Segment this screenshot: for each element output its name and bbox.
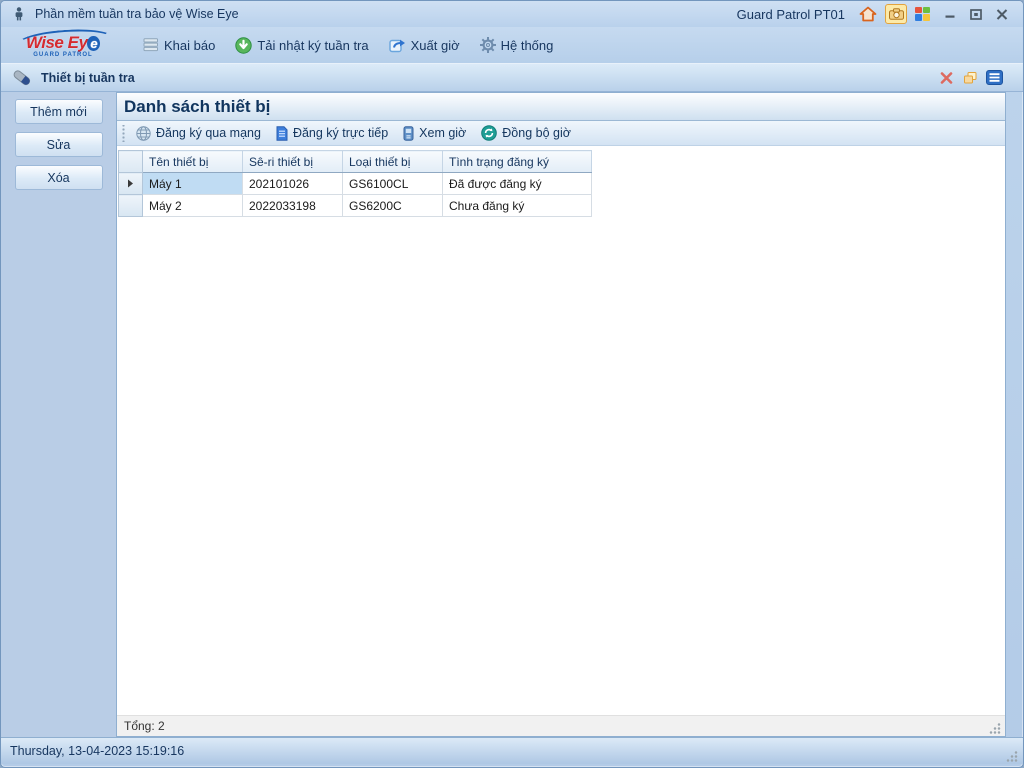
handheld-icon (403, 126, 414, 141)
row-selector-current[interactable] (119, 173, 143, 195)
tool-label: Đăng ký trực tiếp (293, 126, 388, 140)
device-table: Tên thiết bị Sê-ri thiết bị Loại thiết b… (118, 150, 592, 217)
document-icon (276, 126, 288, 141)
tool-label: Xem giờ (419, 126, 466, 140)
account-label: Guard Patrol PT01 (737, 7, 845, 22)
device-toolbar: Đăng ký qua mạng Đăng ký trực tiếp Xem g… (117, 121, 1005, 146)
globe-icon (136, 126, 151, 141)
gear-icon (480, 37, 496, 53)
register-via-network-button[interactable]: Đăng ký qua mạng (130, 123, 270, 144)
view-time-button[interactable]: Xem giờ (397, 123, 475, 144)
menu-item-label: Tải nhật ký tuần tra (257, 38, 368, 53)
windows-logo-red-pane (915, 7, 922, 14)
minimize-button[interactable] (937, 5, 963, 23)
add-new-button[interactable]: Thêm mới (15, 99, 103, 124)
application-window: Phần mềm tuần tra bảo vệ Wise Eye Guard … (0, 0, 1024, 768)
cell-device-model[interactable]: GS6100CL (343, 173, 443, 195)
menu-item-label: Khai báo (164, 38, 215, 53)
windows-logo-icon[interactable] (915, 7, 931, 22)
window-status-bar: Thursday, 13-04-2023 15:19:16 (1, 737, 1023, 764)
tab-bar: Thiết bị tuần tra (1, 63, 1023, 92)
sync-icon (481, 125, 497, 141)
tool-label: Đăng ký qua mạng (156, 126, 261, 140)
windows-logo-green-pane (923, 7, 930, 14)
cell-device-name[interactable]: Máy 1 (143, 173, 243, 195)
layers-icon (143, 38, 159, 52)
menu-item-he-thong[interactable]: Hệ thống (470, 32, 564, 58)
close-tab-icon[interactable] (934, 67, 958, 89)
windows-logo-blue-pane (915, 14, 922, 21)
export-icon (389, 37, 406, 53)
window-resize-grip[interactable] (1006, 750, 1018, 762)
column-header-serial[interactable]: Sê-ri thiết bị (243, 151, 343, 173)
cell-device-model[interactable]: GS6200C (343, 195, 443, 217)
column-header-name[interactable]: Tên thiết bị (143, 151, 243, 173)
edit-button[interactable]: Sửa (15, 132, 103, 157)
window-title: Phần mềm tuần tra bảo vệ Wise Eye (35, 7, 239, 21)
row-selector[interactable] (119, 195, 143, 217)
list-menu-icon[interactable] (982, 67, 1006, 89)
home-icon[interactable] (859, 6, 877, 22)
cell-device-status[interactable]: Đã được đăng ký (443, 173, 592, 195)
menu-item-label: Hệ thống (501, 38, 554, 53)
wise-eye-logo: Wise Eye GUARD PATROL (11, 33, 115, 58)
table-row: Máy 1 202101026 GS6100CL Đã được đăng ký (119, 173, 592, 195)
menu-bar: Wise Eye GUARD PATROL Khai báo Tải nhật … (1, 27, 1023, 63)
menu-item-tai-nhat-ky[interactable]: Tải nhật ký tuần tra (225, 32, 378, 59)
windows-logo-yellow-pane (923, 14, 930, 21)
table-row: Máy 2 2022033198 GS6200C Chưa đăng ký (119, 195, 592, 217)
device-table-area: Tên thiết bị Sê-ri thiết bị Loại thiết b… (117, 146, 1005, 715)
sidebar: Thêm mới Sửa Xóa (1, 92, 116, 737)
cell-device-serial[interactable]: 2022033198 (243, 195, 343, 217)
camera-icon[interactable] (885, 4, 907, 24)
sync-time-button[interactable]: Đồng bộ giờ (475, 122, 580, 144)
close-button[interactable] (989, 5, 1015, 23)
logo-e-mark: e (87, 36, 100, 51)
title-bar: Phần mềm tuần tra bảo vệ Wise Eye Guard … (1, 1, 1023, 27)
datetime-label: Thursday, 13-04-2023 15:19:16 (10, 744, 184, 758)
table-header-row: Tên thiết bị Sê-ri thiết bị Loại thiết b… (119, 151, 592, 173)
patrol-wand-icon (11, 68, 33, 88)
tool-label: Đồng bộ giờ (502, 126, 571, 140)
logo-text: Wise Ey (26, 33, 88, 52)
panel-resize-grip[interactable] (989, 722, 1001, 734)
content-area: Thêm mới Sửa Xóa Danh sách thiết bị Đăng… (1, 92, 1023, 737)
device-list-panel: Danh sách thiết bị Đăng ký qua mạng Đăng… (116, 92, 1006, 737)
cell-device-serial[interactable]: 202101026 (243, 173, 343, 195)
menu-item-xuat-gio[interactable]: Xuất giờ (379, 32, 470, 58)
menu-item-label: Xuất giờ (411, 38, 460, 53)
download-icon (235, 37, 252, 54)
cell-device-name[interactable]: Máy 2 (143, 195, 243, 217)
cell-device-status[interactable]: Chưa đăng ký (443, 195, 592, 217)
panel-title: Danh sách thiết bị (117, 93, 1005, 121)
maximize-button[interactable] (963, 5, 989, 23)
row-selector-header[interactable] (119, 151, 143, 173)
menu-item-khai-bao[interactable]: Khai báo (133, 33, 225, 58)
delete-button[interactable]: Xóa (15, 165, 103, 190)
register-direct-button[interactable]: Đăng ký trực tiếp (270, 123, 397, 144)
toolbar-grip[interactable] (121, 125, 126, 142)
column-header-status[interactable]: Tình trạng đăng ký (443, 151, 592, 173)
person-icon (14, 7, 24, 21)
restore-panel-icon[interactable] (958, 67, 982, 89)
panel-status-strip: Tổng: 2 (117, 715, 1005, 736)
column-header-model[interactable]: Loại thiết bị (343, 151, 443, 173)
total-count-label: Tổng: 2 (124, 719, 165, 733)
tab-thiet-bi-tuan-tra[interactable]: Thiết bị tuần tra (41, 71, 135, 85)
